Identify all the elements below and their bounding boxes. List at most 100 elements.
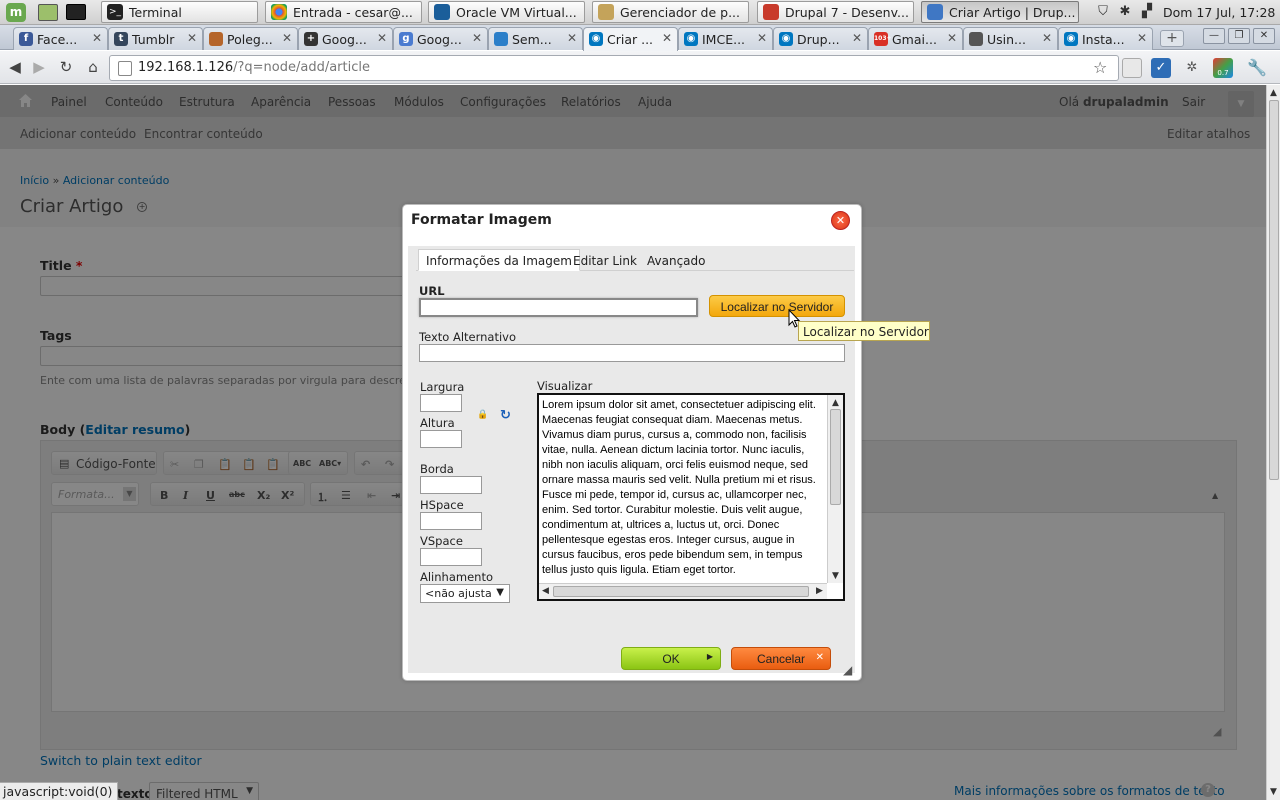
height-input[interactable] [420, 430, 462, 448]
bookmark-star-icon[interactable]: ☆ [1093, 58, 1107, 77]
dialog-resize-icon[interactable]: ◢ [843, 663, 852, 677]
tab-google[interactable]: g Goog... ✕ [393, 27, 488, 50]
tab-image-info[interactable]: Informações da Imagem [418, 249, 580, 271]
scroll-thumb[interactable] [1269, 100, 1279, 480]
lock-ratio-icon[interactable]: 🔒 [477, 410, 488, 420]
preview-label: Visualizar [537, 379, 593, 393]
browse-server-label: Localizar no Servidor [720, 300, 834, 314]
extension-page-icon[interactable] [1122, 58, 1142, 78]
close-icon[interactable]: ✕ [377, 31, 387, 45]
scroll-down-icon[interactable]: ▼ [1270, 787, 1277, 797]
vspace-input[interactable] [420, 548, 482, 566]
forward-icon[interactable]: ▶ [30, 58, 48, 76]
close-icon[interactable]: ✕ [852, 31, 862, 45]
drupal-icon: ◉ [684, 32, 698, 46]
taskbar-app-package-manager[interactable]: Gerenciador de p... [592, 1, 749, 23]
tab-edit-link[interactable]: Editar Link [565, 249, 645, 271]
taskbar-app-label: Drupal 7 - Desenv... [785, 5, 909, 20]
scroll-thumb[interactable] [830, 409, 841, 505]
browse-server-button[interactable]: Localizar no Servidor [709, 295, 845, 317]
cancel-label: Cancelar [756, 652, 806, 666]
width-label: Largura [420, 380, 465, 394]
tab-advanced[interactable]: Avançado [639, 249, 713, 271]
tab-label: Goog... [322, 32, 367, 47]
scroll-left-icon[interactable]: ◀ [542, 586, 549, 596]
taskbar-app-mail[interactable]: Entrada - cesar@... [265, 1, 422, 23]
tab-polegar[interactable]: Poleg... ✕ [203, 27, 298, 50]
wrench-icon[interactable]: 🔧 [1247, 58, 1267, 78]
window-close-button[interactable]: ✕ [1253, 28, 1275, 44]
close-icon[interactable]: ✕ [92, 31, 102, 45]
tab-gmail[interactable]: 103+ Gmai... ✕ [868, 27, 963, 50]
taskbar-app-drupal-doc[interactable]: Drupal 7 - Desenv... [757, 1, 914, 23]
alignment-select[interactable]: <não ajusta ▼ [420, 584, 510, 603]
page-scrollbar[interactable]: ▲ ▼ [1266, 85, 1280, 800]
tab-label: IMCE... [702, 32, 746, 47]
taskbar-app-terminal[interactable]: >_ Terminal [101, 1, 258, 23]
extension-bug-icon[interactable]: ✲ [1182, 58, 1202, 78]
scroll-thumb[interactable] [553, 586, 809, 597]
tab-tumblr[interactable]: t Tumblr ✕ [108, 27, 203, 50]
address-bar[interactable]: 192.168.1.126/?q=node/add/article ☆ [109, 55, 1119, 81]
close-icon[interactable]: ✕ [282, 31, 292, 45]
bluetooth-icon[interactable]: ✱ [1117, 4, 1133, 20]
reset-size-icon[interactable]: ↻ [500, 408, 511, 423]
hspace-input[interactable] [420, 512, 482, 530]
extension-checkmark-icon[interactable]: ✓ [1151, 58, 1171, 78]
border-input[interactable] [420, 476, 482, 494]
dialog-close-icon[interactable]: ✕ [831, 211, 850, 230]
taskbar-app-label: Criar Artigo | Drup... [949, 5, 1076, 20]
tab-imce[interactable]: ◉ IMCE... ✕ [678, 27, 773, 50]
maximize-button[interactable]: ❐ [1228, 28, 1250, 44]
mint-menu-icon[interactable]: m [6, 3, 26, 22]
drupal-icon: ◉ [1064, 32, 1078, 46]
width-input[interactable] [420, 394, 462, 412]
new-tab-button[interactable]: + [1160, 30, 1184, 47]
home-icon[interactable]: ⌂ [84, 58, 102, 76]
tab-criar-artigo[interactable]: ◉ Criar ... ✕ [583, 27, 678, 51]
back-icon[interactable]: ◀ [6, 58, 24, 76]
tab-install[interactable]: ◉ Insta... ✕ [1058, 27, 1153, 50]
reload-icon[interactable]: ↻ [57, 58, 75, 76]
close-icon[interactable]: ✕ [1042, 31, 1052, 45]
alt-text-input[interactable] [419, 344, 845, 362]
tab-facebook[interactable]: f Face... ✕ [13, 27, 108, 50]
url-input[interactable] [419, 298, 698, 317]
ok-button[interactable]: OK ▶ [621, 647, 721, 670]
scroll-up-icon[interactable]: ▲ [1270, 88, 1277, 98]
taskbar-app-virtualbox[interactable]: Oracle VM Virtual... [428, 1, 585, 23]
close-icon[interactable]: ✕ [662, 31, 672, 45]
preview-vscroll[interactable]: ▲ ▼ [827, 395, 843, 583]
extension-color-icon[interactable]: 0.7 [1213, 58, 1233, 78]
close-icon[interactable]: ✕ [472, 31, 482, 45]
minimize-button[interactable]: — [1203, 28, 1225, 44]
file-manager-icon[interactable] [38, 4, 58, 21]
close-icon[interactable]: ✕ [1137, 31, 1147, 45]
network-icon[interactable]: ▞ [1139, 4, 1155, 20]
monitor-icon[interactable] [66, 4, 86, 20]
scroll-up-icon[interactable]: ▲ [832, 398, 839, 408]
site-icon [209, 32, 223, 46]
tab-drupal[interactable]: ◉ Drup... ✕ [773, 27, 868, 50]
tumblr-icon: t [114, 32, 128, 46]
close-icon[interactable]: ✕ [757, 31, 767, 45]
close-icon[interactable]: ✕ [187, 31, 197, 45]
close-icon[interactable]: ✕ [567, 31, 577, 45]
tab-google-plus[interactable]: + Goog... ✕ [298, 27, 393, 50]
scroll-down-icon[interactable]: ▼ [832, 571, 839, 581]
tab-label: Drup... [797, 32, 840, 47]
hspace-label: HSpace [420, 498, 464, 512]
close-icon[interactable]: ✕ [947, 31, 957, 45]
preview-hscroll[interactable]: ◀ ▶ [539, 583, 827, 599]
status-bar: javascript:void(0) [0, 782, 119, 800]
shield-icon[interactable]: ⛉ [1095, 4, 1111, 20]
taskbar-app-chrome-active[interactable]: Criar Artigo | Drup... [921, 1, 1079, 23]
cancel-button[interactable]: Cancelar ✕ [731, 647, 831, 670]
tab-label: Insta... [1082, 32, 1125, 47]
tab-using[interactable]: Usin... ✕ [963, 27, 1058, 50]
scroll-right-icon[interactable]: ▶ [816, 586, 823, 596]
clock[interactable]: Dom 17 Jul, 17:28 [1163, 5, 1275, 20]
os-taskbar: m >_ Terminal Entrada - cesar@... Oracle… [0, 0, 1280, 25]
tab-sem[interactable]: Sem... ✕ [488, 27, 583, 50]
virtualbox-icon [434, 4, 450, 20]
